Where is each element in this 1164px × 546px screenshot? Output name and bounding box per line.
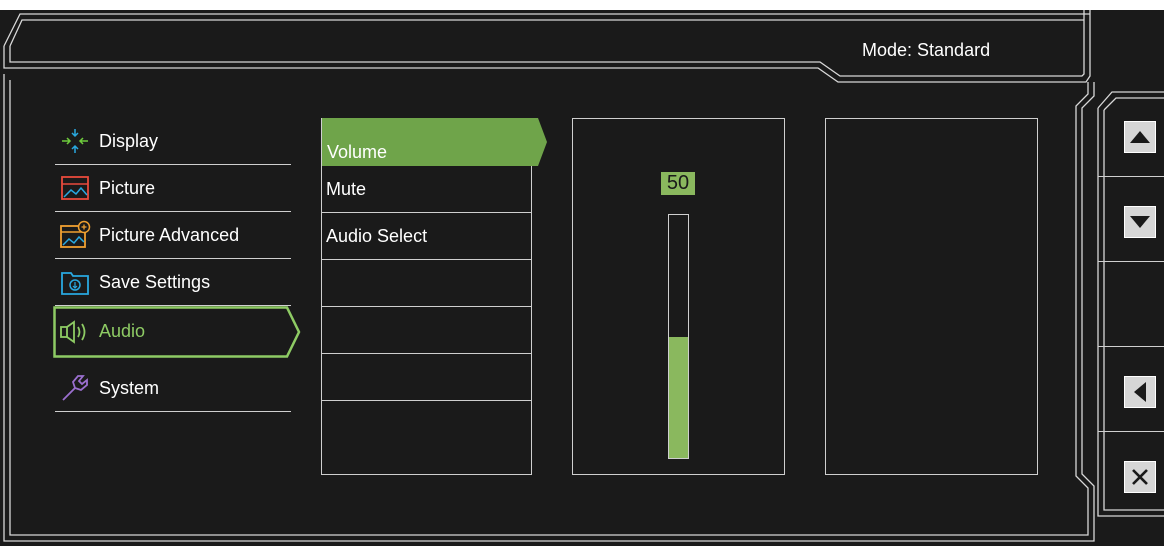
menu-item-label: System xyxy=(99,377,160,398)
volume-slider-fill xyxy=(669,336,688,458)
menu-item-save-settings[interactable]: Save Settings xyxy=(55,259,291,306)
volume-value: 50 xyxy=(661,172,695,195)
up-arrow-icon xyxy=(1130,131,1150,143)
key-divider xyxy=(1098,431,1164,432)
volume-slider[interactable] xyxy=(668,214,689,459)
menu-item-picture-advanced[interactable]: Picture Advanced xyxy=(55,212,291,259)
submenu-item-label: Audio Select xyxy=(326,225,428,246)
display-icon xyxy=(55,125,95,157)
menu-item-label: Picture Advanced xyxy=(99,224,240,245)
close-x-icon xyxy=(1132,469,1148,485)
system-icon xyxy=(55,372,95,404)
key-divider xyxy=(1098,261,1164,262)
picture-icon xyxy=(55,172,95,204)
audio-icon xyxy=(55,316,95,348)
key-divider xyxy=(1098,346,1164,347)
save-settings-icon xyxy=(55,266,95,298)
menu-item-system[interactable]: System xyxy=(55,365,291,412)
back-key-button[interactable] xyxy=(1124,376,1156,408)
menu-item-label: Audio xyxy=(99,321,146,341)
menu-item-display[interactable]: Display xyxy=(55,118,291,165)
picture-advanced-icon xyxy=(55,219,95,251)
down-key-button[interactable] xyxy=(1124,206,1156,238)
submenu-item-mute[interactable]: Mute xyxy=(322,166,531,213)
menu-item-label: Display xyxy=(99,130,159,151)
submenu-list: Volume Mute Audio Select xyxy=(321,118,532,475)
up-key-button[interactable] xyxy=(1124,121,1156,153)
mode-label: Mode: Standard xyxy=(862,40,991,60)
submenu-active-label: Volume xyxy=(327,142,388,162)
menu-item-picture[interactable]: Picture xyxy=(55,165,291,212)
submenu-item-label: Mute xyxy=(326,178,367,199)
exit-key-button[interactable] xyxy=(1124,461,1156,493)
submenu-item-empty xyxy=(322,260,531,307)
osd-menu: Mode: Standard Display Picture Picture A… xyxy=(0,10,1164,546)
menu-item-label: Save Settings xyxy=(99,271,211,292)
menu-item-audio[interactable]: Audio xyxy=(55,308,291,355)
extra-panel xyxy=(825,118,1038,475)
left-arrow-icon xyxy=(1134,382,1146,402)
menu-item-label: Picture xyxy=(99,177,156,198)
submenu-item-empty xyxy=(322,307,531,354)
submenu-item-empty xyxy=(322,354,531,401)
submenu-item-empty xyxy=(322,401,531,448)
submenu-item-audio-select[interactable]: Audio Select xyxy=(322,213,531,260)
down-arrow-icon xyxy=(1130,216,1150,228)
key-divider xyxy=(1098,176,1164,177)
